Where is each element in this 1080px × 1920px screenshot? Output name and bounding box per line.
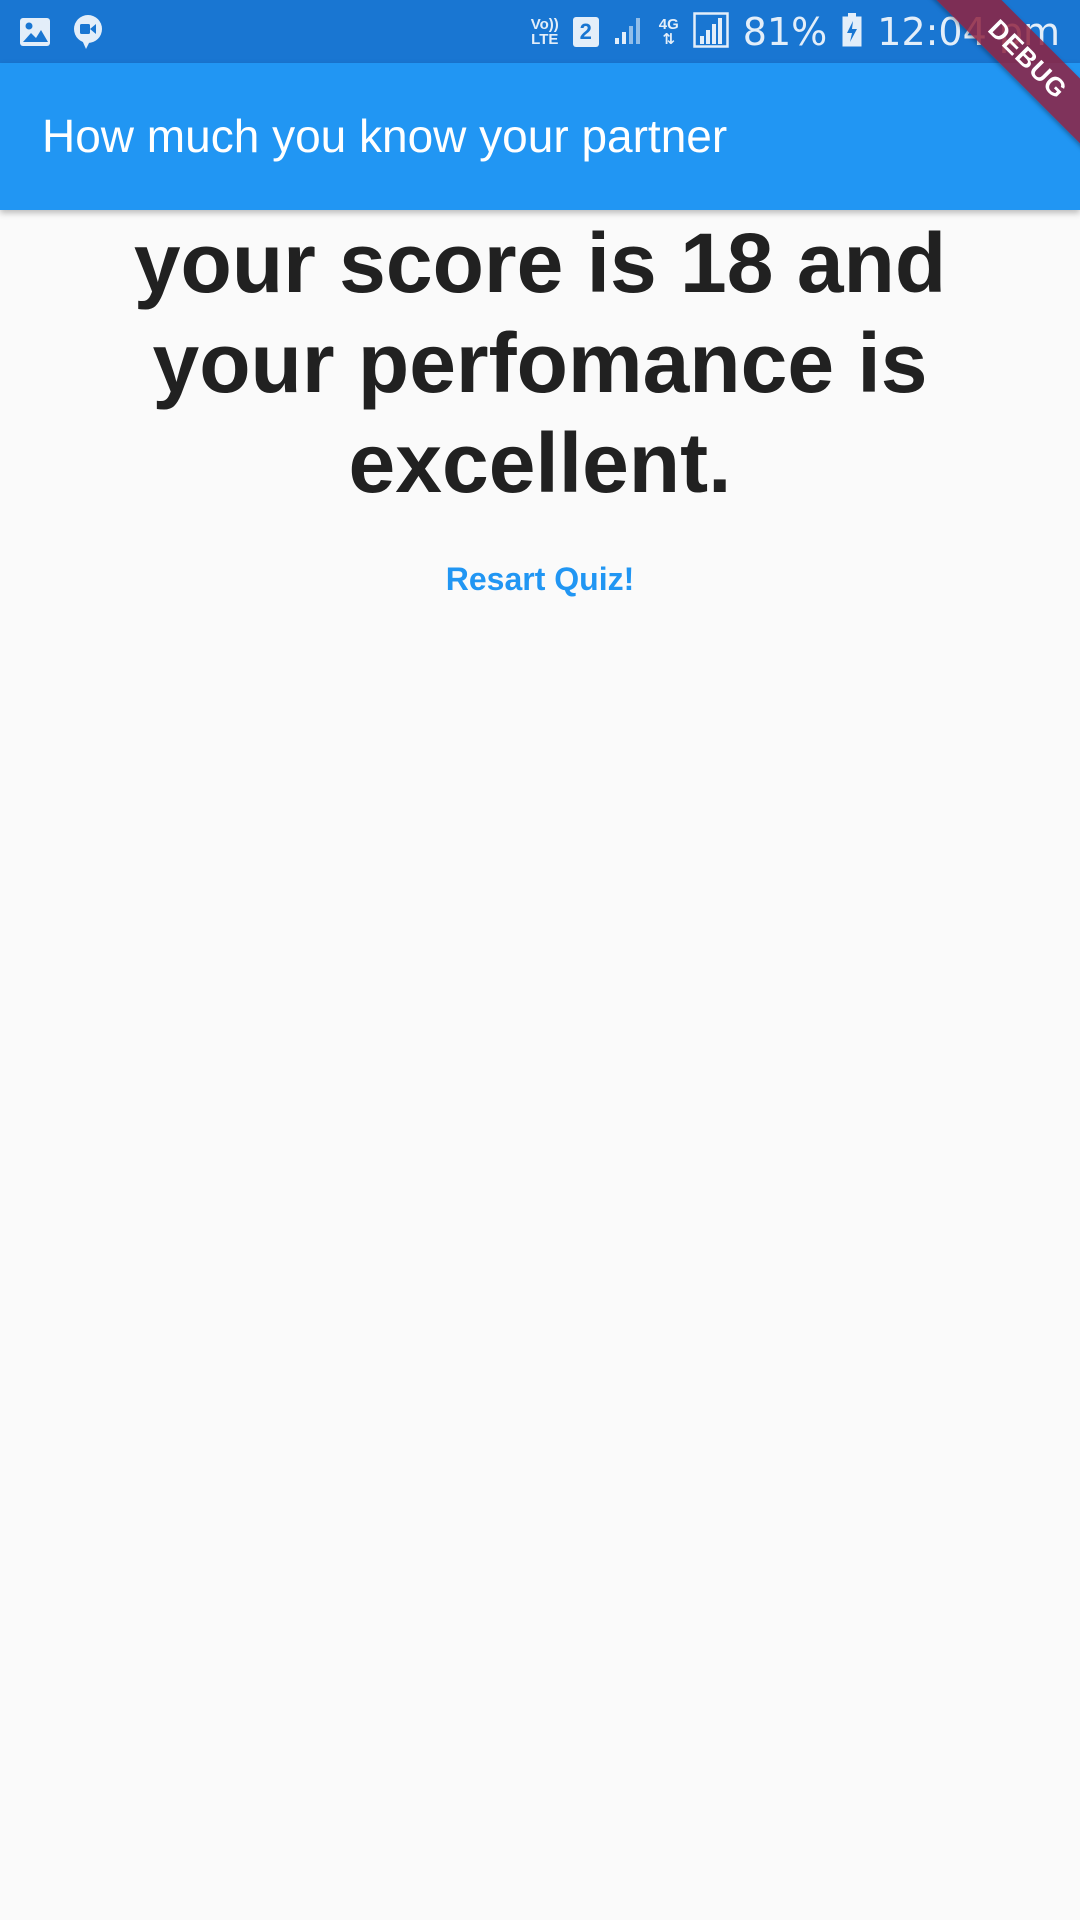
app-title: How much you know your partner <box>42 110 728 162</box>
restart-quiz-button[interactable]: Resart Quiz! <box>426 553 654 606</box>
lte-label: LTE <box>531 31 559 48</box>
gallery-icon <box>18 15 52 54</box>
video-chat-icon <box>72 14 104 55</box>
sim-indicator: 2 <box>572 17 599 47</box>
battery-percentage: 81% <box>742 10 828 54</box>
battery-charging-icon <box>841 12 863 53</box>
screen: Vo)) LTE 2 4G ⇅ 81% 12:04 How much you k… <box>0 0 1080 1920</box>
network-label: 4G <box>658 16 679 33</box>
result-text: your score is 18 and your perfomance is … <box>133 216 947 510</box>
status-bar-left <box>18 14 104 55</box>
app-bar: How much you know your partner <box>0 63 1080 210</box>
signal-weak-icon <box>613 14 645 51</box>
result-section: your score is 18 and your perfomance is … <box>0 210 1080 606</box>
network-indicator: 4G ⇅ <box>659 17 679 47</box>
signal-icon <box>693 11 729 53</box>
data-arrows-icon: ⇅ <box>662 31 676 48</box>
volte-label: Vo)) <box>530 16 559 33</box>
volte-indicator: Vo)) LTE <box>531 17 559 47</box>
status-bar: Vo)) LTE 2 4G ⇅ 81% 12:04 <box>0 0 1080 63</box>
